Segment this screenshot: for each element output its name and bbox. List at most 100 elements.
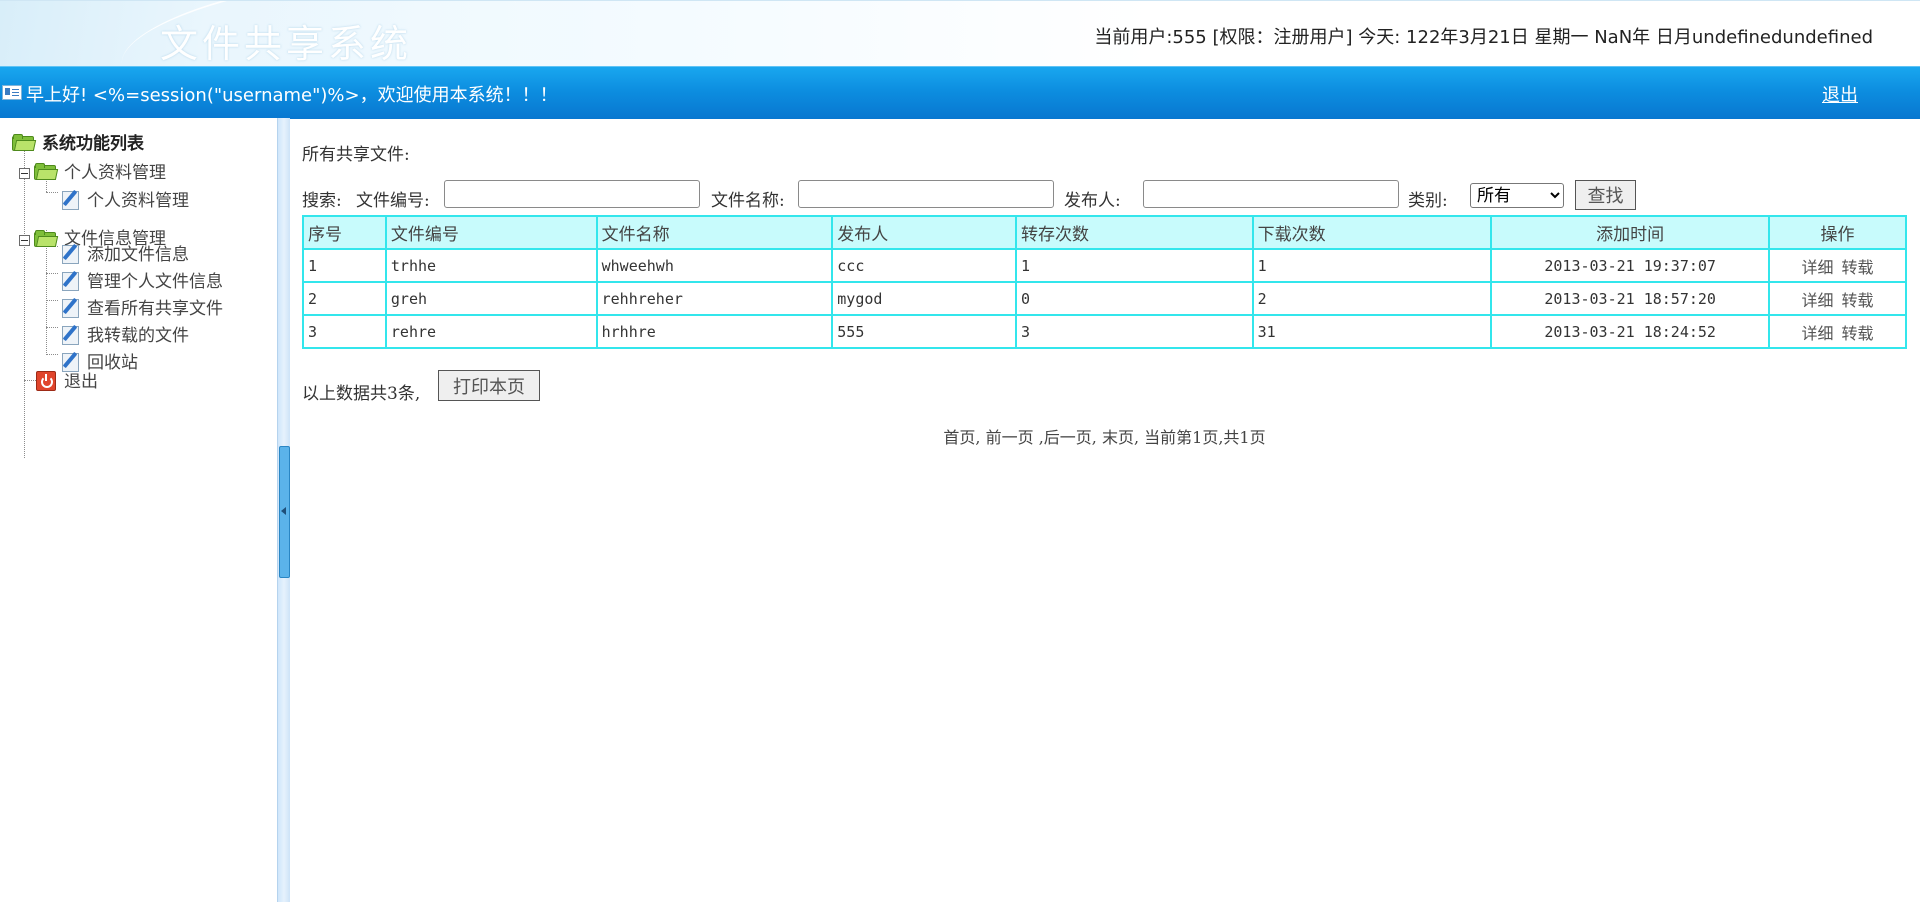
cell-publisher: mygod (831, 281, 1017, 316)
file-no-label: 文件编号: (356, 191, 430, 211)
edit-page-icon (62, 270, 80, 291)
tree-line (46, 273, 58, 274)
collapse-icon[interactable] (19, 168, 30, 179)
tree-line (46, 192, 58, 193)
cell-file-no: trhhe (384, 248, 598, 283)
cell-publisher: ccc (831, 248, 1017, 283)
publisher-input[interactable] (1143, 180, 1399, 208)
logout-link[interactable]: 退出 (1822, 81, 1858, 107)
file-name-input[interactable] (798, 180, 1054, 208)
file-no-input[interactable] (444, 180, 700, 208)
pagination: 首页, 前一页 ,后一页, 末页, 当前第1页,共1页 (289, 424, 1920, 448)
last-page-link[interactable]: 末页, (1102, 428, 1139, 447)
tree-line (24, 148, 25, 458)
cell-file-no: greh (384, 281, 598, 316)
table-row: 2 greh rehhreher mygod 0 2 2013-03-21 18… (302, 281, 1907, 316)
tree-item-profile-manage[interactable]: 个人资料管理 (87, 190, 189, 212)
column-header: 序号 (302, 215, 387, 250)
column-header: 下载次数 (1251, 215, 1493, 250)
page-title: 所有共享文件: (302, 145, 410, 165)
first-page-link[interactable]: 首页, (943, 428, 980, 447)
tree-line (46, 300, 58, 301)
edit-page-icon (62, 189, 80, 210)
tree-line (46, 230, 47, 355)
edit-page-icon (62, 243, 80, 264)
cell-actions: 详细 转载 (1768, 314, 1907, 349)
cell-saved-count: 0 (1015, 281, 1254, 316)
column-header: 转存次数 (1015, 215, 1254, 250)
current-user-info: 当前用户:555 [权限：注册用户] 今天: 122年3月21日 星期一 NaN… (1094, 27, 1873, 48)
record-count-text: 以上数据共3条, (302, 384, 421, 404)
tree-item-my-reposts[interactable]: 我转载的文件 (87, 325, 189, 347)
cell-added-time: 2013-03-21 19:37:07 (1490, 248, 1771, 283)
tree-root: 系统功能列表 (42, 134, 144, 154)
open-folder-icon (34, 230, 59, 247)
print-button[interactable]: 打印本页 (438, 370, 540, 401)
detail-link[interactable]: 详细 (1802, 258, 1834, 277)
tree-line (46, 327, 58, 328)
summary-row: 以上数据共3条, 打印本页 (302, 370, 540, 404)
repost-link[interactable]: 转载 (1842, 258, 1874, 277)
cell-no: 3 (302, 314, 387, 349)
column-header: 文件名称 (595, 215, 834, 250)
category-select[interactable]: 所有 (1470, 183, 1564, 208)
table-row: 3 rehre hrhhre 555 3 31 2013-03-21 18:24… (302, 314, 1907, 349)
cell-download-count: 2 (1251, 281, 1493, 316)
tree-group-profile[interactable]: 个人资料管理 (64, 162, 166, 184)
cell-no: 2 (302, 281, 387, 316)
welcome-bar: 早上好! <%=session("username")%>，欢迎使用本系统！！！… (0, 66, 1920, 119)
tree-item-add-file[interactable]: 添加文件信息 (87, 244, 189, 266)
repost-link[interactable]: 转载 (1842, 324, 1874, 343)
column-header: 发布人 (831, 215, 1017, 250)
cell-saved-count: 3 (1015, 314, 1254, 349)
cell-saved-count: 1 (1015, 248, 1254, 283)
cell-publisher: 555 (831, 314, 1017, 349)
greeting-text: 早上好! <%=session("username")%>，欢迎使用本系统！！！ (26, 85, 558, 106)
cell-download-count: 1 (1251, 248, 1493, 283)
cell-file-name: hrhhre (595, 314, 834, 349)
collapse-icon[interactable] (19, 235, 30, 246)
column-header: 添加时间 (1490, 215, 1771, 250)
power-icon (36, 371, 56, 391)
column-header: 操作 (1768, 215, 1907, 250)
column-header: 文件编号 (384, 215, 598, 250)
table-row: 1 trhhe whweehwh ccc 1 1 2013-03-21 19:3… (302, 248, 1907, 283)
shared-files-table: 序号 文件编号 文件名称 发布人 转存次数 下载次数 添加时间 操作 1 trh… (302, 215, 1907, 349)
edit-page-icon (62, 351, 80, 372)
file-name-label: 文件名称: (711, 191, 785, 211)
tree-item-manage-files[interactable]: 管理个人文件信息 (87, 271, 223, 293)
app-title: 文件共享系统 (160, 22, 413, 66)
sidebar-tree: 系统功能列表 个人资料管理 个人资料管理 文件信息管理 添加文件信息 管理个人文… (0, 118, 277, 902)
cell-download-count: 31 (1251, 314, 1493, 349)
cell-file-name: rehhreher (595, 281, 834, 316)
user-card-icon (2, 85, 22, 100)
search-prefix-label: 搜索: (302, 191, 342, 211)
tree-line (46, 354, 58, 355)
cell-added-time: 2013-03-21 18:24:52 (1490, 314, 1771, 349)
category-label: 类别: (1408, 191, 1448, 211)
cell-file-name: whweehwh (595, 248, 834, 283)
next-page-link[interactable]: ,后一页, (1039, 428, 1097, 447)
repost-link[interactable]: 转载 (1842, 291, 1874, 310)
edit-page-icon (62, 297, 80, 318)
open-folder-icon (12, 134, 37, 151)
tree-line (24, 380, 36, 381)
main-content: 所有共享文件: 搜索: 文件编号: 文件名称: 发布人: 类别: 所有 查找 序… (289, 118, 1920, 902)
detail-link[interactable]: 详细 (1802, 291, 1834, 310)
prev-page-link[interactable]: 前一页 (986, 428, 1034, 447)
table-header-row: 序号 文件编号 文件名称 发布人 转存次数 下载次数 添加时间 操作 (302, 215, 1907, 250)
open-folder-icon (34, 163, 59, 180)
cell-no: 1 (302, 248, 387, 283)
publisher-label: 发布人: (1064, 191, 1121, 211)
page-status: 当前第1页,共1页 (1144, 428, 1266, 447)
cell-file-no: rehre (384, 314, 598, 349)
tree-item-shared-files[interactable]: 查看所有共享文件 (87, 298, 223, 320)
top-header: 文件共享系统 当前用户:555 [权限：注册用户] 今天: 122年3月21日 … (0, 0, 1920, 67)
cell-actions: 详细 转载 (1768, 281, 1907, 316)
edit-page-icon (62, 324, 80, 345)
detail-link[interactable]: 详细 (1802, 324, 1834, 343)
tree-item-exit[interactable]: 退出 (64, 371, 98, 393)
cell-actions: 详细 转载 (1768, 248, 1907, 283)
cell-added-time: 2013-03-21 18:57:20 (1490, 281, 1771, 316)
search-button[interactable]: 查找 (1575, 180, 1636, 210)
